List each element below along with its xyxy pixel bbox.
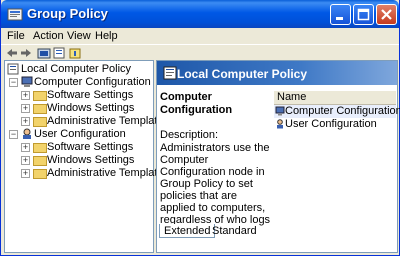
tree-windows-settings-label: Windows Settings [47, 102, 135, 114]
folder-icon [33, 117, 47, 127]
tree-admin-templates-label: Administrative Templates [47, 115, 170, 127]
properties-icon[interactable] [52, 47, 66, 59]
menu-view[interactable]: View [67, 30, 91, 42]
folder-icon [33, 169, 47, 179]
tab-extended[interactable]: Extended [159, 224, 216, 238]
toolbar [1, 44, 399, 60]
close-icon [381, 9, 392, 20]
tree-user-configuration[interactable]: − User Configuration [7, 128, 152, 141]
tree-windows-settings-user-label: Windows Settings [47, 154, 135, 166]
expand-icon[interactable]: + [21, 169, 30, 178]
close-button[interactable] [376, 4, 397, 25]
minimize-button[interactable] [330, 4, 351, 25]
description-label: Description: [160, 129, 219, 141]
user-icon [23, 128, 31, 139]
tree-computer-configuration[interactable]: − Computer Configuration [7, 76, 152, 89]
folder-icon [33, 156, 47, 166]
tree-software-settings-computer[interactable]: + Software Settings [7, 89, 152, 102]
expand-icon[interactable]: + [21, 104, 30, 113]
up-folder-icon[interactable] [37, 47, 51, 59]
menu-action[interactable]: Action [33, 30, 64, 42]
collapse-icon[interactable]: − [9, 130, 18, 139]
tab-standard[interactable]: Standard [208, 224, 261, 238]
list-item[interactable]: Computer Configuration [274, 105, 400, 118]
tree-user-configuration-label: User Configuration [34, 128, 126, 140]
tree-software-settings-user[interactable]: + Software Settings [7, 141, 152, 154]
tree-computer-configuration-label: Computer Configuration [34, 76, 151, 88]
minimize-icon [336, 17, 343, 20]
view-tabs: Extended Standard [156, 224, 398, 240]
expand-icon[interactable]: + [21, 117, 30, 126]
maximize-icon [357, 8, 370, 21]
user-icon [277, 119, 283, 129]
tree-root-label: Local Computer Policy [21, 63, 132, 75]
tree-root[interactable]: Local Computer Policy [7, 63, 147, 76]
folder-icon [33, 104, 47, 114]
maximize-button[interactable] [353, 4, 374, 25]
tree-software-settings-label: Software Settings [47, 89, 134, 101]
tree-windows-settings-user[interactable]: + Windows Settings [7, 154, 152, 167]
policy-scroll-icon [7, 63, 19, 75]
group-policy-icon [7, 8, 23, 21]
name-column-header[interactable]: Name [274, 91, 396, 105]
computer-icon [275, 106, 285, 116]
list-item[interactable]: User Configuration [274, 118, 396, 131]
expand-icon[interactable]: + [21, 143, 30, 152]
title-bar[interactable]: Group Policy [1, 0, 399, 28]
menu-help[interactable]: Help [95, 30, 118, 42]
expand-icon[interactable]: + [21, 91, 30, 100]
tree-admin-templates-computer[interactable]: + Administrative Templates [7, 115, 169, 128]
help-icon[interactable] [68, 47, 82, 59]
policy-scroll-icon [163, 66, 177, 80]
computer-icon [21, 76, 33, 87]
folder-icon [33, 91, 47, 101]
list-item-label: Computer Configuration [285, 105, 400, 117]
collapse-icon[interactable]: − [9, 78, 18, 87]
window-title: Group Policy [27, 6, 108, 21]
forward-arrow-icon[interactable] [19, 47, 33, 59]
group-policy-window: Group Policy File Action View Help Local… [0, 0, 400, 256]
description-title: Computer Configuration [160, 91, 233, 116]
policy-header-title: Local Computer Policy [177, 67, 308, 81]
tree-windows-settings-computer[interactable]: + Windows Settings [7, 102, 152, 115]
back-arrow-icon[interactable] [5, 47, 19, 59]
tree-pane[interactable]: Local Computer Policy − Computer Configu… [4, 60, 169, 253]
tree-admin-templates-user-label: Administrative Templates [47, 167, 170, 179]
folder-icon [33, 143, 47, 153]
policy-header: Local Computer Policy [157, 61, 397, 85]
menu-bar: File Action View Help [1, 28, 399, 44]
list-item-label: User Configuration [285, 118, 377, 130]
tree-software-settings-user-label: Software Settings [47, 141, 134, 153]
tree-admin-templates-user[interactable]: + Administrative Templates [7, 167, 169, 180]
expand-icon[interactable]: + [21, 156, 30, 165]
menu-file[interactable]: File [7, 30, 25, 42]
